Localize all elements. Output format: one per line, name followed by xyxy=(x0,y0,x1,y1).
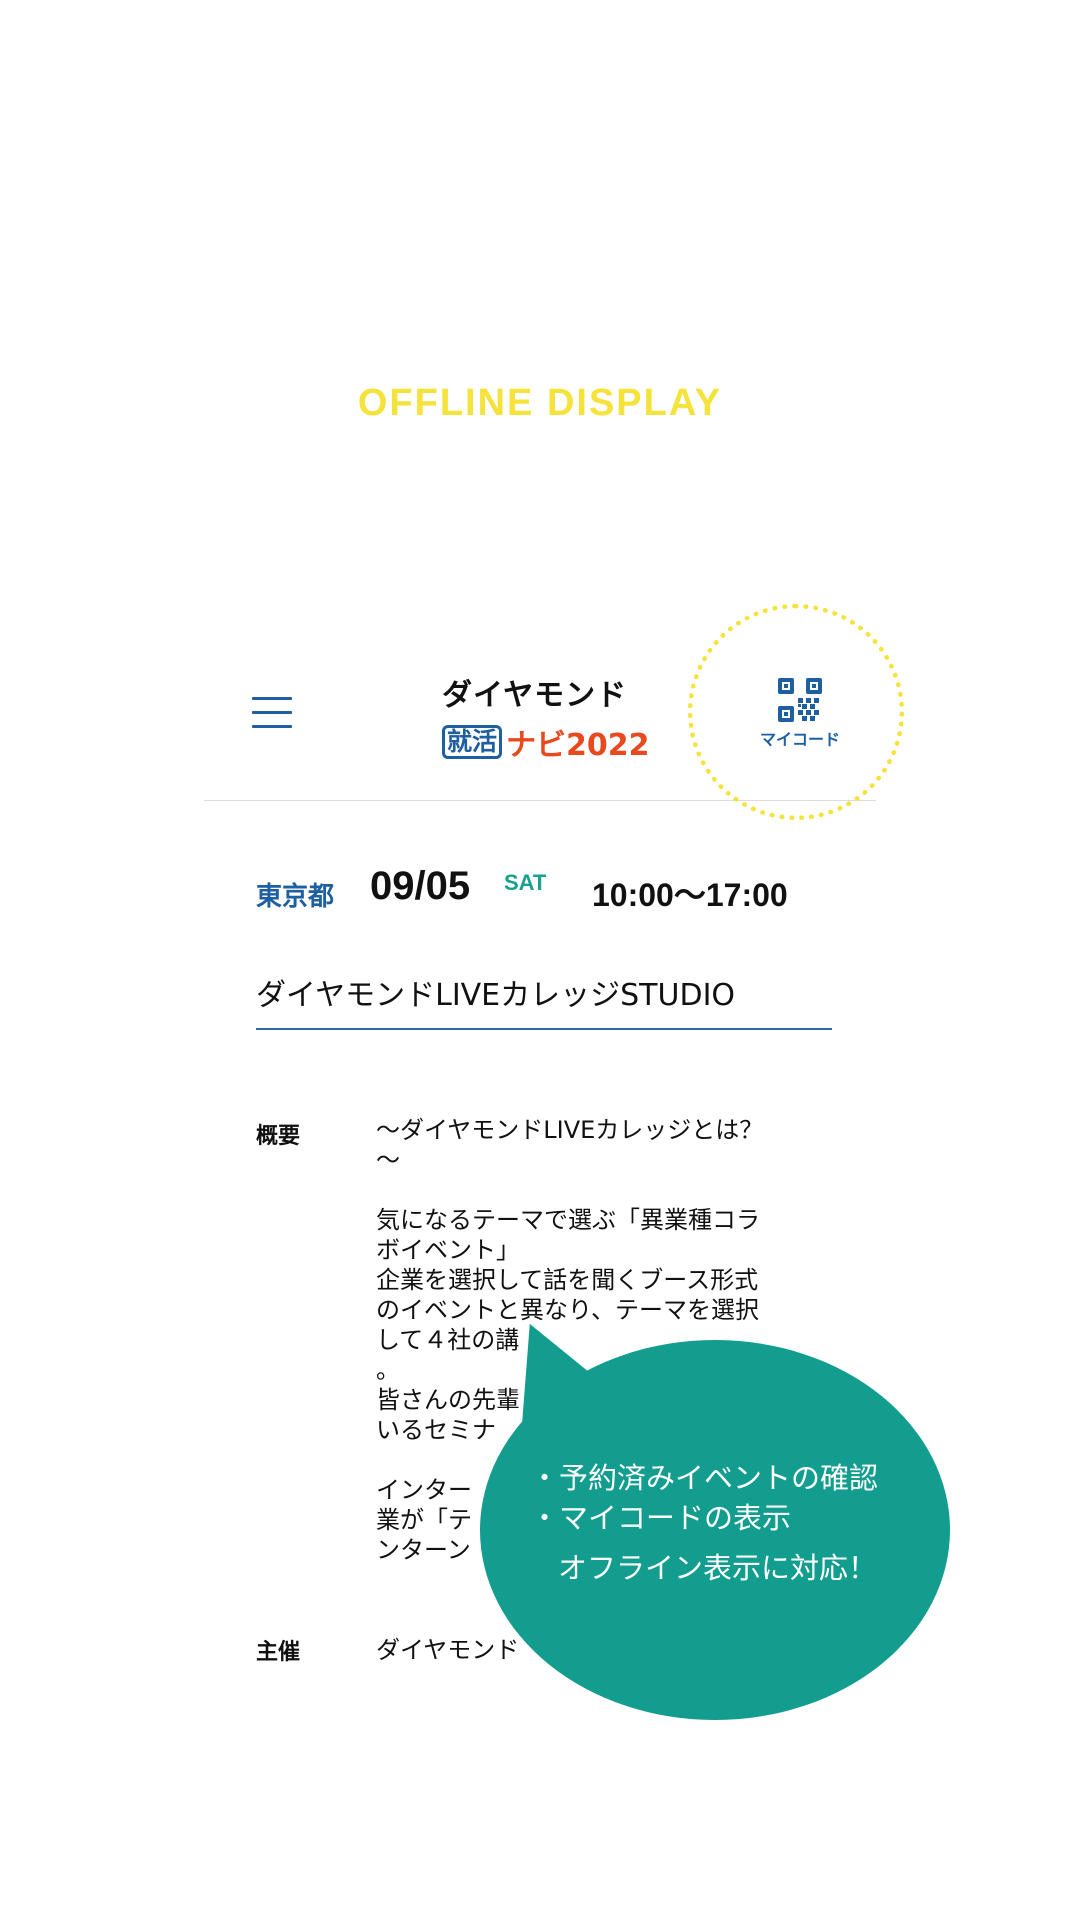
event-time: 10:00〜17:00 xyxy=(592,877,788,913)
event-date-bar: 東京都 09/05 SAT 10:00〜17:00 xyxy=(256,862,856,922)
event-venue: ダイヤモンドLIVEカレッジSTUDIO xyxy=(256,970,832,1030)
callout-line2: ・マイコードの表示 xyxy=(530,1501,792,1535)
event-day-of-week: SAT xyxy=(504,870,547,895)
logo-line1: ダイヤモンド xyxy=(442,678,628,713)
hero-title: OFFLINE DISPLAY xyxy=(357,382,723,424)
callout-line3: オフライン表示に対応！ xyxy=(558,1551,878,1585)
app-logo[interactable]: ダイヤモンド 就活 ナビ2022 xyxy=(442,670,652,763)
summary-label: 概要 xyxy=(256,1124,301,1149)
callout-text: ・予約済みイベントの確認 ・マイコードの表示 オフライン表示に対応！ xyxy=(530,1458,930,1588)
menu-bar xyxy=(252,711,292,714)
mycode-label: マイコード xyxy=(759,730,840,749)
organizer-label: 主催 xyxy=(256,1640,301,1665)
mycode-button[interactable]: マイコード xyxy=(750,678,850,750)
menu-bar xyxy=(252,725,292,728)
event-prefecture: 東京都 xyxy=(256,882,335,912)
organizer-text: ダイヤモンド xyxy=(376,1636,520,1664)
event-date: 09/05 xyxy=(370,864,471,908)
logo-navi: ナビ2022 xyxy=(506,728,650,763)
menu-bar xyxy=(252,697,292,700)
qr-code-icon xyxy=(778,678,822,722)
menu-icon[interactable] xyxy=(252,697,292,729)
callout-line1: ・予約済みイベントの確認 xyxy=(530,1461,879,1495)
logo-badge: 就活 xyxy=(442,725,503,759)
